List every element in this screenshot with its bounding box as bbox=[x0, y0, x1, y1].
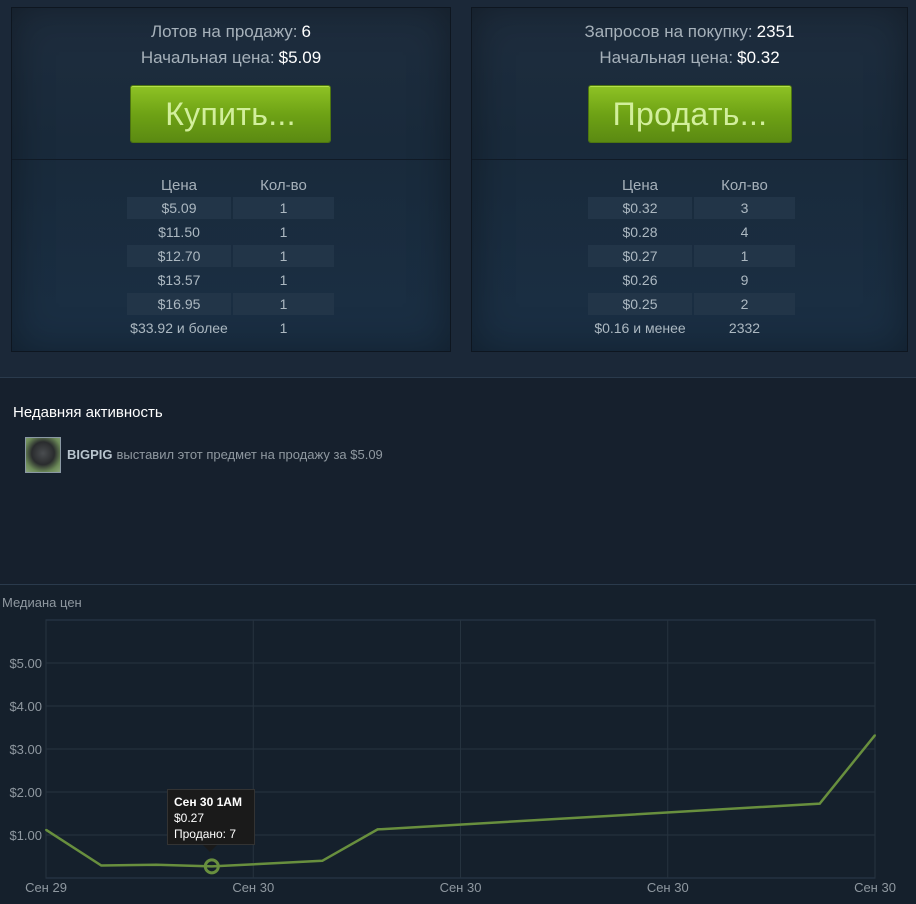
y-tick-label: $5.00 bbox=[9, 656, 42, 671]
x-tick-label: Сен 30 bbox=[647, 880, 689, 895]
price-history-chart[interactable]: $5.00$4.00$3.00$2.00$1.00 Сен 29 Сен 30 Се… bbox=[0, 0, 916, 904]
y-tick-label: $3.00 bbox=[9, 742, 42, 757]
data-point bbox=[45, 828, 47, 831]
x-tick-label: Сен 30 bbox=[232, 880, 274, 895]
data-point bbox=[210, 865, 213, 868]
data-point bbox=[376, 828, 379, 831]
y-tick-label: $1.00 bbox=[9, 828, 42, 843]
tooltip-price: $0.27 bbox=[174, 811, 205, 825]
chart-tooltip: Сен 30 1AM $0.27 Продано: 7 bbox=[167, 789, 255, 845]
x-tick-label: Сен 30 bbox=[440, 880, 482, 895]
tooltip-arrow bbox=[203, 845, 217, 852]
x-tick-label: Сен 29 bbox=[25, 880, 67, 895]
tooltip-sold: Продано: 7 bbox=[174, 827, 237, 841]
data-point bbox=[155, 863, 158, 866]
y-axis-ticks: $5.00 $4.00 $3.00 $2.00 $1.00 bbox=[9, 656, 42, 843]
data-point bbox=[874, 734, 876, 737]
y-tick-label: $2.00 bbox=[9, 785, 42, 800]
x-axis-ticks: Сен 29 Сен 30 Сен 30 Сен 30 Сен 30 bbox=[25, 880, 896, 895]
data-point bbox=[321, 859, 324, 862]
tooltip-date: Сен 30 1AM bbox=[174, 795, 242, 809]
y-tick-label: $4.00 bbox=[9, 699, 42, 714]
data-point bbox=[818, 802, 821, 805]
x-tick-label: Сен 30 bbox=[854, 880, 896, 895]
data-point bbox=[100, 864, 103, 867]
